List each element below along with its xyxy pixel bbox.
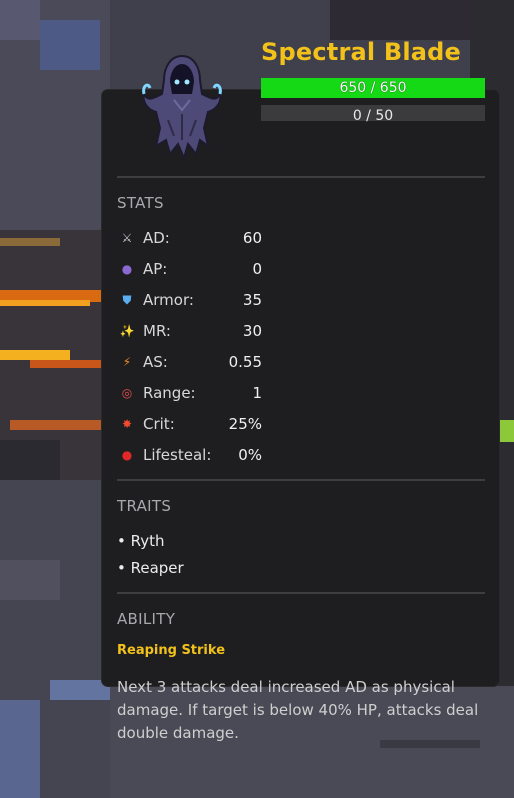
stat-value: 0 (252, 260, 262, 278)
shield-icon: ⛊ (122, 293, 132, 307)
stat-value: 30 (242, 322, 262, 340)
sword-icon: ⚔ (121, 231, 133, 245)
stat-row-range: ◎ Range: 1 (117, 382, 262, 406)
stat-value: 0.55 (228, 353, 262, 371)
reaper-portrait-icon (142, 54, 222, 161)
stat-value: 0% (238, 446, 262, 464)
mana-bar: 0 / 50 (261, 105, 485, 124)
stat-row-ad: ⚔ AD: 60 (117, 227, 262, 251)
stat-row-lifesteal: ● Lifesteal: 0% (117, 444, 262, 468)
blood-drop-icon: ● (121, 448, 133, 462)
stat-label: Lifesteal: (143, 446, 212, 464)
sparkles-icon: ✨ (119, 324, 135, 338)
stat-value: 35 (242, 291, 262, 309)
stat-label: AS: (143, 353, 168, 371)
stat-row-as: ⚡ AS: 0.55 (117, 351, 262, 375)
stats-title: STATS (117, 194, 164, 212)
stat-label: Crit: (143, 415, 175, 433)
ability-name: Reaping Strike (117, 643, 226, 658)
stat-row-ap: ● AP: 0 (117, 258, 262, 282)
stat-label: AD: (143, 229, 170, 247)
trait-item: • Reaper (117, 559, 184, 577)
lightning-icon: ⚡ (122, 355, 132, 369)
stat-value: 60 (242, 229, 262, 247)
ability-description: Next 3 attacks deal increased AD as phys… (117, 678, 479, 742)
health-text: 650 / 650 (339, 80, 407, 96)
health-bar: 650 / 650 (261, 78, 485, 98)
stat-label: Range: (143, 384, 196, 402)
target-icon: ◎ (121, 386, 133, 400)
trait-item: • Ryth (117, 532, 165, 550)
ability-title: ABILITY (117, 610, 176, 628)
stat-value: 25% (228, 415, 262, 433)
stat-row-armor: ⛊ Armor: 35 (117, 289, 262, 313)
divider (117, 592, 485, 594)
divider (117, 479, 485, 481)
stat-row-crit: ✸ Crit: 25% (117, 413, 262, 437)
traits-title: TRAITS (117, 497, 172, 515)
stat-label: Armor: (143, 291, 194, 309)
stat-row-mr: ✨ MR: 30 (117, 320, 262, 344)
burst-icon: ✸ (121, 417, 133, 431)
divider (117, 176, 485, 178)
stat-value: 1 (252, 384, 262, 402)
orb-icon: ● (121, 262, 133, 276)
mana-text: 0 / 50 (352, 108, 394, 124)
stat-label: MR: (143, 322, 171, 340)
stat-label: AP: (143, 260, 168, 278)
unit-name: Spectral Blade (261, 38, 462, 66)
